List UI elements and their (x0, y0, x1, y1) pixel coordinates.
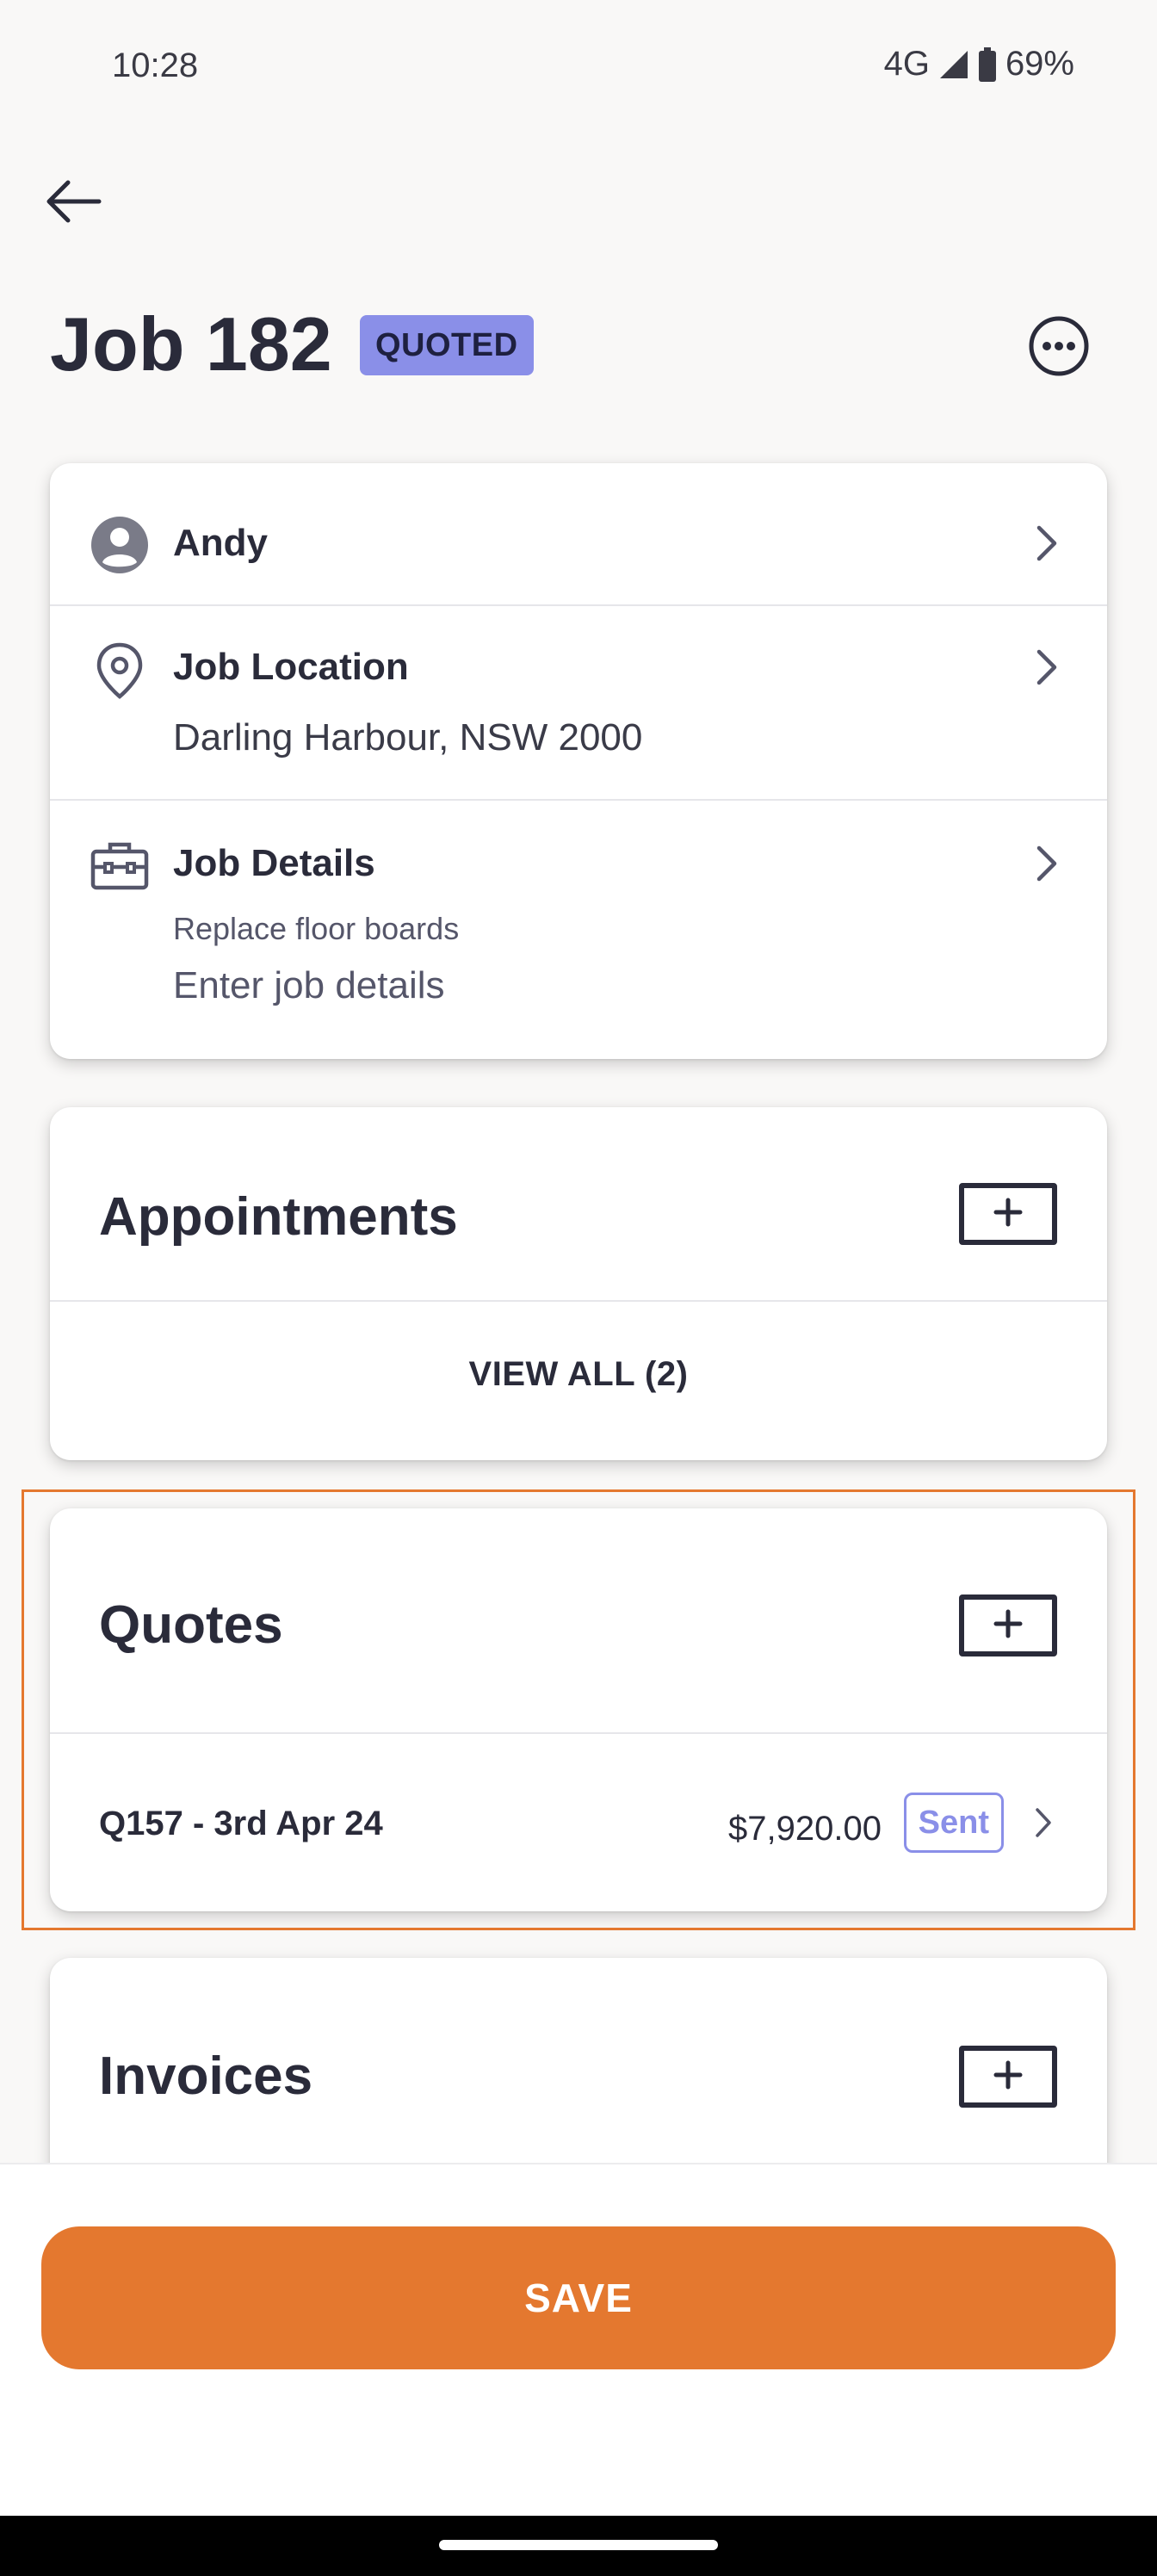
save-button[interactable]: SAVE (41, 2226, 1116, 2369)
status-time: 10:28 (112, 46, 199, 84)
toolbox-icon (90, 835, 150, 895)
home-gesture-handle[interactable] (439, 2540, 718, 2550)
divider (50, 1300, 1107, 1302)
job-details-row[interactable]: Job Details Replace floor boards Enter j… (50, 801, 1107, 1059)
more-options-icon (1028, 315, 1090, 381)
chevron-right-icon (1030, 646, 1064, 689)
back-button[interactable] (34, 169, 112, 238)
plus-icon (993, 1197, 1024, 1232)
person-icon (90, 515, 150, 575)
job-location-value: Darling Harbour, NSW 2000 (173, 716, 643, 759)
job-details-subtitle: Replace floor boards (173, 911, 460, 946)
add-invoice-button[interactable] (959, 2046, 1057, 2108)
job-details-title: Job Details (173, 842, 375, 884)
battery-percent: 69% (1005, 45, 1074, 83)
invoices-title: Invoices (99, 2047, 313, 2106)
quotes-highlight (22, 1489, 1135, 1930)
job-location-row[interactable]: Job Location Darling Harbour, NSW 2000 (50, 606, 1107, 797)
more-options-button[interactable] (1024, 313, 1093, 382)
job-details-card: Andy Job Location Darling Harbour, NSW 2… (50, 463, 1107, 1059)
battery-icon (978, 46, 997, 82)
appointments-title: Appointments (99, 1187, 458, 1247)
status-indicators: 4G 69% (884, 45, 1074, 84)
chevron-right-icon (1030, 842, 1064, 885)
plus-icon (993, 2059, 1024, 2095)
page-title: Job 182 (50, 301, 332, 387)
signal-icon (938, 49, 969, 80)
appointments-card: Appointments VIEW ALL (2) (50, 1107, 1107, 1460)
network-label: 4G (883, 45, 930, 83)
location-pin-icon (90, 641, 150, 701)
back-arrow-icon (42, 177, 104, 230)
customer-row[interactable]: Andy (50, 463, 1107, 604)
view-all-appointments-button[interactable]: VIEW ALL (2) (50, 1355, 1107, 1394)
status-badge: QUOTED (360, 315, 534, 375)
job-location-title: Job Location (173, 646, 409, 688)
customer-name: Andy (173, 522, 268, 564)
chevron-right-icon (1030, 522, 1064, 565)
add-appointment-button[interactable] (959, 1183, 1057, 1245)
job-details-placeholder[interactable]: Enter job details (173, 964, 445, 1007)
